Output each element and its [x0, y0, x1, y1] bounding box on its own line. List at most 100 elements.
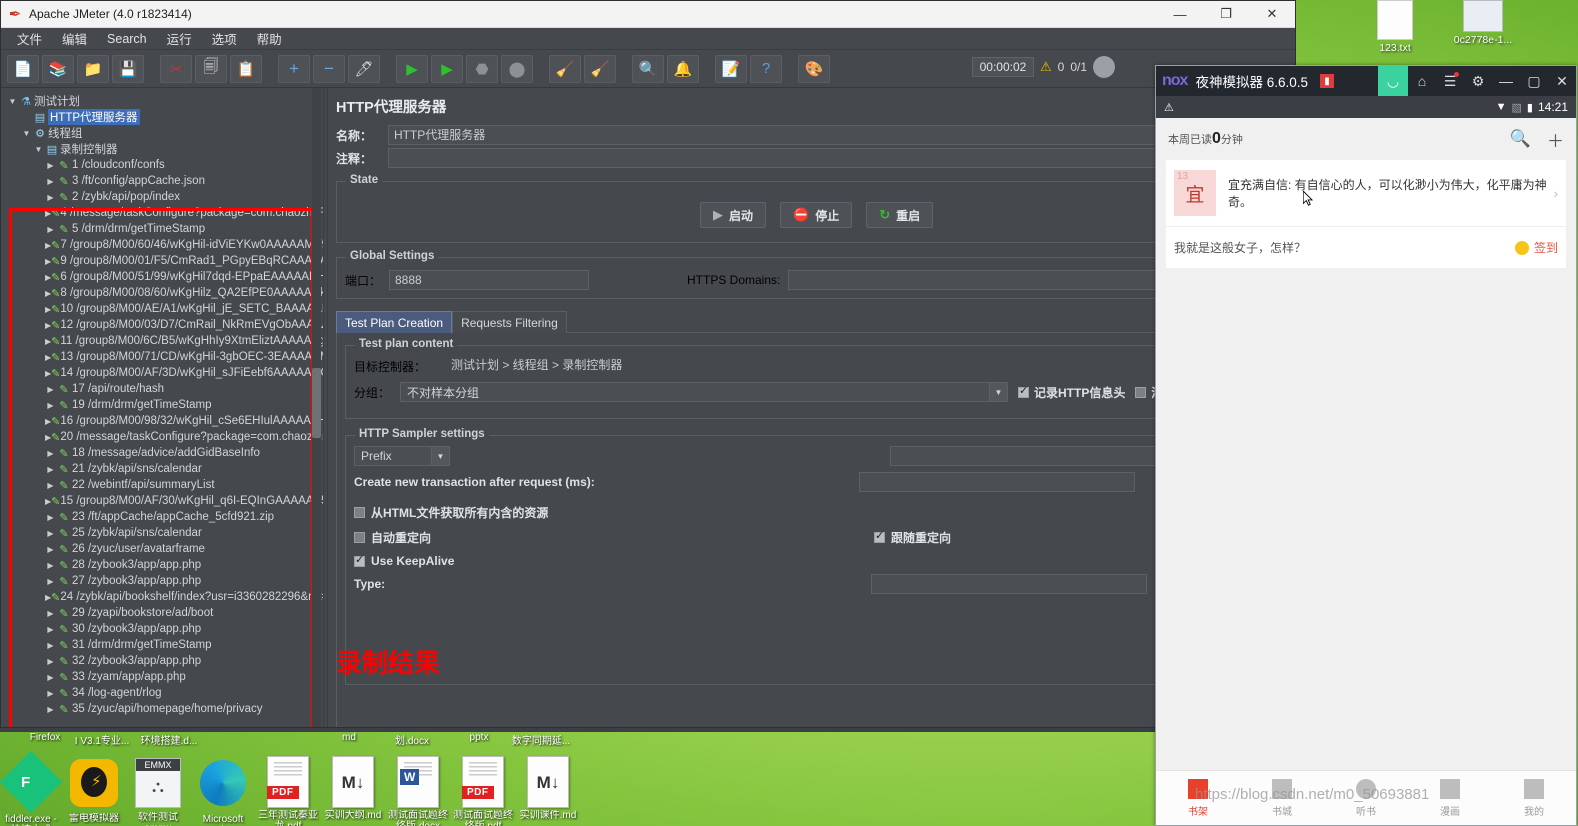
help-icon[interactable]: ? — [750, 54, 782, 83]
tree-node-sampler[interactable]: ▶ ✎ 19 /drm/drm/getTimeStamp — [5, 397, 323, 413]
tree-node-sampler[interactable]: ▶ ✎ 13 /group8/M00/71/CD/wKgHil-3gbOEC-3EA… — [5, 349, 323, 365]
desktop-item-edge[interactable]: MicrosoftEdge — [187, 756, 259, 826]
reset-search-icon[interactable]: 🔔 — [667, 54, 699, 83]
tree-node-sampler[interactable]: ▶ ✎ 17 /api/route/hash — [5, 381, 323, 397]
desktop-item-emmx[interactable]: EMMX ⛬ 软件测试emmx — [122, 756, 194, 826]
tree-expand-icon[interactable]: ▶ — [45, 705, 56, 714]
warning-icon[interactable]: ⚠ — [1040, 59, 1052, 75]
apk-install-icon[interactable]: ⌂ — [1408, 66, 1436, 96]
desktop-item-leidian[interactable]: ⚡ 雷电模拟器 — [58, 756, 130, 824]
menu-edit[interactable]: 编辑 — [52, 27, 97, 50]
menu-file[interactable]: 文件 — [7, 27, 52, 50]
tree-expand-icon[interactable]: ▶ — [45, 481, 56, 490]
tree-node-sampler[interactable]: ▶ ✎ 25 /zybk/api/sns/calendar — [5, 525, 323, 541]
user-status-text[interactable]: 我就是这般女子，怎样？ — [1174, 239, 1515, 256]
new-icon[interactable]: 📄 — [7, 54, 39, 83]
tree-node-sampler[interactable]: ▶ ✎ 5 /drm/drm/getTimeStamp — [5, 221, 323, 237]
tree-expand-icon[interactable]: ▶ — [45, 657, 56, 666]
tree-expand-icon[interactable]: ▶ — [45, 225, 56, 234]
tree-expand-icon[interactable]: ▶ — [45, 609, 56, 618]
transaction-input[interactable] — [858, 472, 1135, 492]
tree-node-sampler[interactable]: ▶ ✎ 21 /zybk/api/sns/calendar — [5, 461, 323, 477]
tree-expand-icon[interactable]: ▶ — [45, 577, 56, 586]
embedded-resources-checkbox[interactable] — [354, 507, 365, 518]
copy-icon[interactable]: 🗐 — [195, 54, 227, 83]
tree-scrollbar[interactable] — [312, 88, 321, 727]
prefix-text-input[interactable] — [890, 446, 1166, 466]
tree-node-sampler[interactable]: ▶ ✎ 9 /group8/M00/01/F5/CmRad1_PGpyEBqRCAA… — [5, 253, 323, 269]
follow-redirect-checkbox[interactable] — [874, 529, 885, 543]
market-icon[interactable]: ◡ — [1378, 66, 1408, 96]
tree-expand-icon[interactable]: ▶ — [45, 625, 56, 634]
tree-node-sampler[interactable]: ▶ ✎ 10 /group8/M00/AE/A1/wKgHil_jE_SETC_BA… — [5, 301, 323, 317]
nav-item-profile[interactable]: 我的 — [1492, 771, 1576, 825]
remove-icon[interactable]: − — [313, 54, 345, 83]
tree-node-sampler[interactable]: ▶ ✎ 24 /zybk/api/bookshelf/index?usr=i3360… — [5, 589, 323, 605]
tree-node-http-proxy[interactable]: ▤ HTTP代理服务器 — [5, 109, 323, 125]
clear-icon[interactable]: 🧹 — [549, 54, 581, 83]
tree-node-recording-controller[interactable]: ▼ ▤ 录制控制器 — [5, 141, 323, 157]
tree-node-sampler[interactable]: ▶ ✎ 15 /group8/M00/AF/30/wKgHil_q6I-EQInGA… — [5, 493, 323, 509]
tree-node-sampler[interactable]: ▶ ✎ 28 /zybook3/app/app.php — [5, 557, 323, 573]
nox-minimize-button[interactable]: — — [1492, 66, 1520, 96]
start-icon[interactable]: ▶ — [396, 54, 428, 83]
menu-help[interactable]: 帮助 — [247, 27, 292, 50]
menu-options[interactable]: 选项 — [202, 27, 247, 50]
tree-expand-icon[interactable]: ▶ — [45, 465, 56, 474]
tree-expand-icon[interactable]: ▶ — [45, 513, 56, 522]
menu-run[interactable]: 运行 — [157, 27, 202, 50]
tree-expand-icon[interactable]: ▶ — [45, 641, 56, 650]
tree-node-sampler[interactable]: ▶ ✎ 6 /group8/M00/51/99/wKgHil7dqd-EPpaEAA… — [5, 269, 323, 285]
chevron-down-icon[interactable]: ▼ — [431, 447, 449, 465]
stop-button[interactable]: ⛔ 停止 — [780, 202, 853, 228]
tree-node-sampler[interactable]: ▶ ✎ 20 /message/taskConfigure?package=com.… — [5, 429, 323, 445]
tree-expand-icon[interactable]: ▶ — [45, 177, 56, 186]
tree-node-sampler[interactable]: ▶ ✎ 14 /group8/M00/AF/3D/wKgHil_sJFiEebf6A… — [5, 365, 323, 381]
tree-scrollbar-thumb[interactable] — [312, 368, 321, 438]
tree-expand-icon[interactable]: ▼ — [21, 129, 32, 138]
tree-expand-icon[interactable]: ▶ — [45, 689, 56, 698]
shutdown-icon[interactable]: ⬤ — [501, 54, 533, 83]
auto-redirect-checkbox[interactable] — [354, 532, 365, 543]
tree-node-sampler[interactable]: ▶ ✎ 23 /ft/appCache/appCache_5cfd921.zip — [5, 509, 323, 525]
target-controller-value[interactable]: 测试计划 > 线程组 > 录制控制器 — [446, 356, 1266, 376]
desktop-item-md-2[interactable]: 实训课件.md — [512, 756, 584, 821]
clear-all-icon[interactable]: 🧹 — [584, 54, 616, 83]
tree-node-sampler[interactable]: ▶ ✎ 34 /log-agent/rlog — [5, 685, 323, 701]
cut-icon[interactable]: ✂ — [160, 54, 192, 83]
chevron-right-icon[interactable]: › — [1554, 186, 1558, 201]
signin-button-label[interactable]: 签到 — [1534, 239, 1558, 256]
maximize-button[interactable]: ❐ — [1203, 1, 1249, 28]
tree-node-sampler[interactable]: ▶ ✎ 2 /zybk/api/pop/index — [5, 189, 323, 205]
desktop-item-pdf-1[interactable]: 三年测试秦亚龙.pdf — [252, 756, 324, 826]
tree-node-thread-group[interactable]: ▼ ⚙ 线程组 — [5, 125, 323, 141]
tree-node-sampler[interactable]: ▶ ✎ 31 /drm/drm/getTimeStamp — [5, 637, 323, 653]
templates-icon[interactable]: 📚 — [42, 54, 74, 83]
menu-search[interactable]: Search — [97, 30, 157, 48]
start-no-pause-icon[interactable]: ▶ — [431, 54, 463, 83]
search-icon[interactable]: 🔍 — [632, 54, 664, 83]
nox-maximize-button[interactable]: ▢ — [1520, 66, 1548, 96]
tab-requests-filtering[interactable]: Requests Filtering — [452, 311, 567, 333]
tree-expand-icon[interactable]: ▶ — [45, 161, 56, 170]
tree-node-sampler[interactable]: ▶ ✎ 1 /cloudconf/confs — [5, 157, 323, 173]
tree-expand-icon[interactable]: ▶ — [45, 545, 56, 554]
tree-node-sampler[interactable]: ▶ ✎ 33 /zyam/app/app.php — [5, 669, 323, 685]
tree-expand-icon[interactable]: ▶ — [45, 449, 56, 458]
tree-expand-icon[interactable]: ▼ — [33, 145, 44, 154]
add-assertions-checkbox[interactable] — [1135, 386, 1147, 398]
tab-test-plan-creation[interactable]: Test Plan Creation — [336, 311, 453, 333]
tree-node-sampler[interactable]: ▶ ✎ 35 /zyuc/api/homepage/home/privacy — [5, 701, 323, 717]
test-plan-tree[interactable]: ▼ ⚗ 测试计划 ▤ HTTP代理服务器 ▼ ⚙ 线程组 ▼ ▤ 录制控制器 ▶ ✎ 1 /cloudco… — [1, 88, 323, 727]
tree-node-sampler[interactable]: ▶ ✎ 30 /zybook3/app/app.php — [5, 621, 323, 637]
type-input[interactable] — [871, 574, 1148, 594]
tree-node-sampler[interactable]: ▶ ✎ 32 /zybook3/app/app.php — [5, 653, 323, 669]
close-button[interactable]: ✕ — [1249, 1, 1295, 28]
stop-icon[interactable]: ⬣ — [466, 54, 498, 83]
plus-icon[interactable]: ＋ — [1547, 127, 1564, 152]
desktop-item-fiddler[interactable]: F fiddler.exe -快捷方式 — [0, 750, 67, 826]
tree-expand-icon[interactable]: ▼ — [7, 97, 18, 106]
desktop-item-pdf-2[interactable]: 测试面试题终终版.pdf — [447, 756, 519, 826]
search-icon[interactable]: 🔍 — [1510, 129, 1531, 149]
minimize-button[interactable]: — — [1157, 1, 1203, 28]
